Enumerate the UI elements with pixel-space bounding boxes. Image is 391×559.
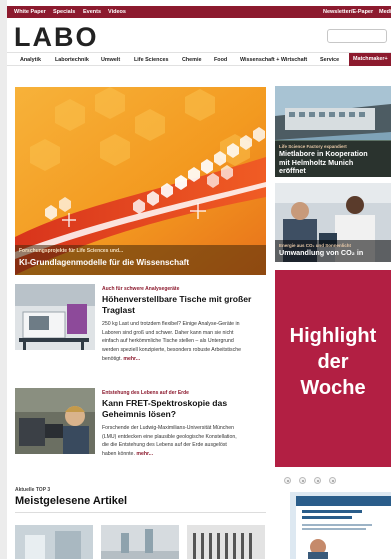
hero-kicker: Forschungsprojekte für Life Sciences und… — [19, 248, 124, 254]
top-utility-bar: White Paper Specials Events Videos Newsl… — [7, 6, 391, 18]
article-teaser: Forschende der Ludwig-Maximilians-Univer… — [102, 424, 272, 459]
side-teaser-co2[interactable]: Energie aus CO₂ und Sonnenlicht Umwandlu… — [275, 183, 391, 262]
article-teaser-line: Laboren sind groß und schwer. Daher kann… — [102, 329, 234, 336]
article-teaser-line: die die Entstehung des Lebens auf der Er… — [102, 442, 227, 449]
site-logo[interactable]: LABO — [14, 23, 99, 51]
carousel-dot[interactable] — [299, 477, 306, 484]
researcher-image — [15, 388, 95, 454]
article-title-line[interactable]: Höhenverstellbare Tische mit großer — [102, 294, 270, 305]
side-teaser-mietlabore[interactable]: Life Science Factory expandiert Mietlabo… — [275, 86, 391, 177]
article-teaser-line: (LMU) entdecken eine plausible geologisc… — [102, 433, 237, 440]
article-title-line[interactable]: Kann FRET-Spektroskopie das — [102, 398, 270, 409]
nav-item-food[interactable]: Food — [214, 53, 227, 67]
article-teaser-line: Forschende der Ludwig-Maximilians-Univer… — [102, 425, 235, 431]
topbar-link-white-paper[interactable]: White Paper — [14, 6, 46, 18]
highlight-heading-line: der — [317, 351, 349, 373]
nav-item-life-sciences[interactable]: Life Sciences — [134, 53, 168, 67]
topbar-link-newsletter[interactable]: Newsletter/E-Paper — [323, 6, 373, 18]
hero-title[interactable]: KI-Grundlagenmodelle für die Wissenschaf… — [19, 258, 189, 267]
top3-thumbnail-image — [101, 525, 179, 559]
article-image[interactable] — [15, 388, 95, 454]
top3-thumbnail[interactable] — [101, 525, 179, 559]
nav-item-matchmaker[interactable]: Matchmaker+ — [349, 53, 391, 66]
top3-thumbnail-image — [15, 525, 93, 559]
article-image[interactable] — [15, 284, 95, 350]
top3-thumbnail-image — [187, 525, 265, 559]
page: White Paper Specials Events Videos Newsl… — [7, 0, 391, 559]
article-teaser-line: haben könnte. mehr... — [102, 450, 272, 459]
side-teaser-title-line[interactable]: eröffnet — [279, 166, 387, 176]
nav-item-umwelt[interactable]: Umwelt — [101, 53, 120, 67]
article-kicker: Entstehung des Lebens auf der Erde — [102, 390, 189, 396]
hero-teaser[interactable]: Forschungsprojekte für Life Sciences und… — [15, 87, 266, 275]
topbar-link-specials[interactable]: Specials — [53, 6, 75, 18]
article-teaser-text: benötigt. — [102, 355, 122, 362]
highlight-heading-line: Highlight — [289, 325, 377, 347]
article-teaser: 250 kg Last und trotzdem flexibel? Einig… — [102, 320, 272, 364]
article-teaser-text: haben könnte. — [102, 451, 135, 458]
side-teaser-caption: Life Science Factory expandiert Mietlabo… — [275, 141, 391, 177]
nav-item-chemie[interactable]: Chemie — [182, 53, 201, 67]
article-title[interactable]: Kann FRET-Spektroskopie das Geheimnis lö… — [102, 398, 270, 420]
hero-caption: Forschungsprojekte für Life Sciences und… — [15, 245, 266, 275]
nav-item-labortechnik[interactable]: Labortechnik — [55, 53, 89, 67]
top3-title: Meistgelesene Artikel — [15, 495, 128, 507]
nav-item-service[interactable]: Service — [320, 53, 339, 67]
main-navigation: Analytik Labortechnik Umwelt Life Scienc… — [7, 52, 391, 66]
top3-thumbnail[interactable] — [15, 525, 93, 559]
topbar-link-videos[interactable]: Videos — [108, 6, 126, 18]
article-teaser-line: einfach auf herkömmliche Tische stellen … — [102, 338, 234, 345]
article-title-line[interactable]: Geheimnis lösen? — [102, 409, 270, 420]
carousel-dot[interactable] — [314, 477, 321, 484]
top3-thumbnail[interactable] — [187, 525, 265, 559]
read-more-link[interactable]: mehr... — [136, 451, 153, 457]
topbar-link-mediadaten[interactable]: Mediadaten — [379, 6, 391, 18]
lab-table-image — [15, 284, 95, 350]
side-teaser-caption: Energie aus CO₂ und Sonnenlicht Umwandlu… — [275, 240, 391, 262]
highlight-heading-line: Woche — [300, 377, 366, 399]
highlight-der-woche-box[interactable]: Highlight der Woche — [275, 270, 391, 467]
search-input[interactable] — [327, 29, 387, 43]
side-teaser-title-line[interactable]: Umwandlung von CO₂ in — [279, 248, 387, 258]
article-title-line[interactable]: Traglast — [102, 305, 270, 316]
carousel-dot[interactable] — [329, 477, 336, 484]
carousel-dot[interactable] — [284, 477, 291, 484]
article-title[interactable]: Höhenverstellbare Tische mit großer Trag… — [102, 294, 270, 316]
nav-item-analytik[interactable]: Analytik — [20, 53, 41, 67]
top3-kicker: Aktuelle TOP 3 — [15, 487, 51, 493]
article-kicker: Auch für schwere Analysegeräte — [102, 286, 180, 292]
highlight-heading: Highlight der Woche — [275, 323, 391, 401]
article-teaser-line: 250 kg Last und trotzdem flexibel? Einig… — [102, 321, 240, 327]
topbar-link-events[interactable]: Events — [83, 6, 101, 18]
advertisement-image — [290, 492, 391, 559]
article-teaser-line: benötigt. mehr... — [102, 355, 272, 364]
article-teaser-line: werden speziell konzipierte, besonders r… — [102, 347, 241, 354]
advertisement[interactable] — [290, 492, 391, 559]
divider — [15, 512, 266, 513]
read-more-link[interactable]: mehr... — [123, 356, 140, 362]
nav-item-wissenschaft-wirtschaft[interactable]: Wissenschaft + Wirtschaft — [240, 53, 307, 67]
